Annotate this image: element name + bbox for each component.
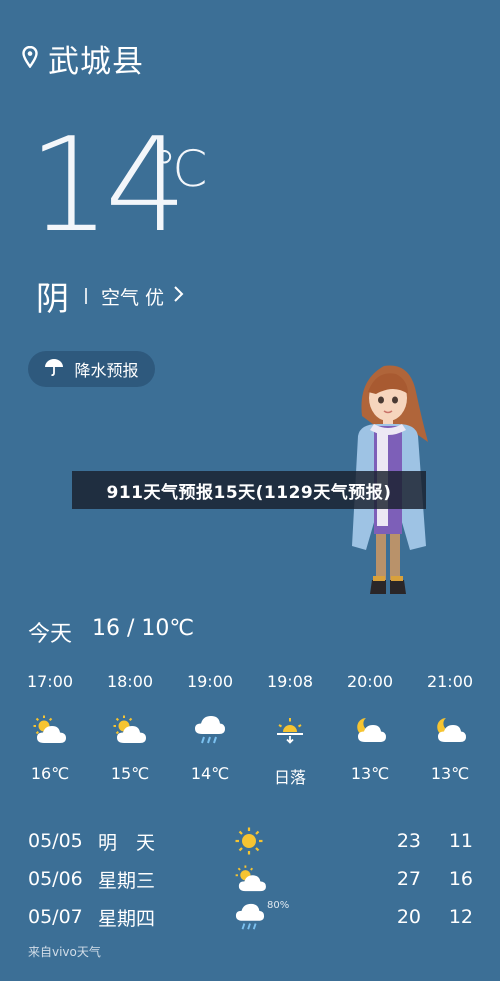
sunny-icon [234,822,264,860]
today-label: 今天 [28,622,73,647]
hour-time: 17:00 [26,672,74,691]
hour-time: 19:00 [186,672,234,691]
hourly-item: 19:08 日落 [251,672,329,788]
partly-cloudy-icon [234,860,268,898]
today-summary: 今天 16 / 10℃ [28,616,194,648]
hour-time: 19:08 [266,672,314,691]
rain-cloud-icon [234,898,266,936]
day-high: 23 [396,830,421,852]
day-low: 12 [448,906,473,928]
location-name: 武城县 [48,44,144,80]
temperature-unit: ℃ [152,140,209,198]
hour-value: 日落 [273,768,306,787]
hour-value: 13℃ [350,764,390,783]
day-low: 11 [448,830,473,852]
partly-cloudy-icon [112,710,148,750]
hour-time: 20:00 [346,672,394,691]
today-range: 16 / 10℃ [92,616,195,641]
day-date: 05/05 [28,830,83,852]
sunset-icon [274,710,306,750]
divider [85,288,87,304]
location-pin-icon [22,45,38,72]
daily-row[interactable]: 05/07 星期四 80% 20 12 [28,898,476,936]
day-low: 16 [448,868,473,890]
day-date: 05/06 [28,868,83,890]
daily-forecast: 05/05 明 天 23 11 05/06 星期三 27 16 05/07 星期… [28,822,476,936]
hour-value: 15℃ [110,764,150,783]
hourly-forecast[interactable]: 17:00 16℃ 18:00 15℃ 19:00 14℃ 19:08 日落 2… [11,672,489,788]
hourly-item: 17:00 16℃ [11,672,89,788]
article-title-banner: 911天气预报15天(1129天气预报) [72,471,426,509]
day-name: 星期三 [98,869,156,892]
precipitation-chance: 80% [267,900,290,911]
day-high: 20 [396,906,421,928]
hour-value: 13℃ [430,764,470,783]
air-quality-link[interactable]: 空气 优 [101,283,184,310]
precipitation-forecast-button[interactable]: 降水预报 [28,351,155,387]
hourly-item: 18:00 15℃ [91,672,169,788]
source-footer: 来自vivo天气 [28,945,101,959]
day-high: 27 [396,868,421,890]
day-date: 05/07 [28,906,83,928]
hour-value: 16℃ [30,764,70,783]
location-header[interactable]: 武城县 [22,36,144,81]
hour-time: 21:00 [426,672,474,691]
day-name: 明 天 [98,831,156,854]
air-quality-label: 空气 优 [101,286,165,309]
cloudy-night-icon [433,710,467,750]
condition-row: 阴 空气 优 [36,272,184,320]
hourly-item: 20:00 13℃ [331,672,409,788]
chevron-right-icon [172,285,184,308]
partly-cloudy-icon [32,710,68,750]
umbrella-icon [44,357,64,381]
cloudy-night-icon [353,710,387,750]
precipitation-forecast-label: 降水预报 [74,361,139,380]
weather-condition: 阴 [36,279,69,318]
day-name: 星期四 [98,907,156,930]
hour-value: 14℃ [190,764,230,783]
hour-time: 18:00 [106,672,154,691]
hourly-item: 21:00 13℃ [411,672,489,788]
hourly-item: 19:00 14℃ [171,672,249,788]
rain-cloud-icon [193,710,227,750]
daily-row[interactable]: 05/06 星期三 27 16 [28,860,476,898]
daily-row[interactable]: 05/05 明 天 23 11 [28,822,476,860]
